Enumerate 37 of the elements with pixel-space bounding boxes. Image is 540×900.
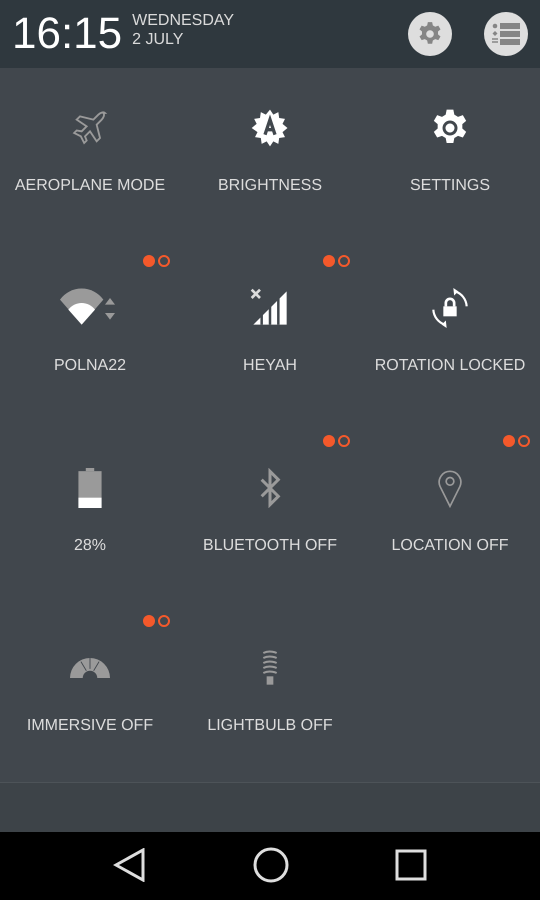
settings-button[interactable] [408, 12, 452, 56]
quick-setting-tile[interactable]: LOCATION OFF [360, 428, 540, 608]
recents-button[interactable] [395, 848, 427, 884]
list-icon [491, 21, 521, 47]
clock-time: 16:15 [12, 9, 122, 59]
quick-setting-tile[interactable]: AEROPLANE MODE [0, 68, 180, 248]
tile-label: BLUETOOTH OFF [203, 537, 337, 555]
tile-label: ROTATION LOCKED [374, 357, 526, 375]
tile-label: BRIGHTNESS [218, 177, 322, 195]
rotation-lock-icon [430, 288, 470, 328]
quick-setting-tile[interactable]: POLNA22 [0, 248, 180, 428]
quick-setting-tile[interactable]: SETTINGS [360, 68, 540, 248]
tile-label: LIGHTBULB OFF [207, 717, 333, 735]
tile-label: SETTINGS [410, 177, 490, 195]
quick-setting-tile[interactable]: HEYAH [180, 248, 360, 428]
tile-label: AEROPLANE MODE [14, 177, 166, 195]
back-icon [113, 848, 147, 882]
tile-label: IMMERSIVE OFF [26, 717, 154, 735]
tile-label: LOCATION OFF [391, 537, 509, 555]
home-button[interactable] [253, 846, 289, 886]
quick-setting-tile[interactable]: LIGHTBULB OFF [180, 608, 360, 788]
tile-label: HEYAH [243, 357, 297, 375]
quick-setting-tile[interactable]: 28% [0, 428, 180, 608]
gauge-icon [70, 658, 110, 678]
recents-icon [395, 848, 427, 880]
tile-label: POLNA22 [54, 357, 126, 375]
quick-setting-tile[interactable]: ROTATION LOCKED [360, 248, 540, 428]
home-icon [253, 846, 289, 882]
weekday: WEDNESDAY [132, 11, 234, 30]
back-button[interactable] [113, 848, 147, 884]
quick-setting-tile[interactable]: BLUETOOTH OFF [180, 428, 360, 608]
auto-brightness-icon [250, 108, 290, 148]
quick-setting-tile[interactable]: BRIGHTNESS [180, 68, 360, 248]
tile-label: 28% [74, 537, 106, 555]
date: 2 JULY [132, 30, 184, 49]
settings-icon [417, 21, 443, 47]
edit-list-button[interactable] [484, 12, 528, 56]
